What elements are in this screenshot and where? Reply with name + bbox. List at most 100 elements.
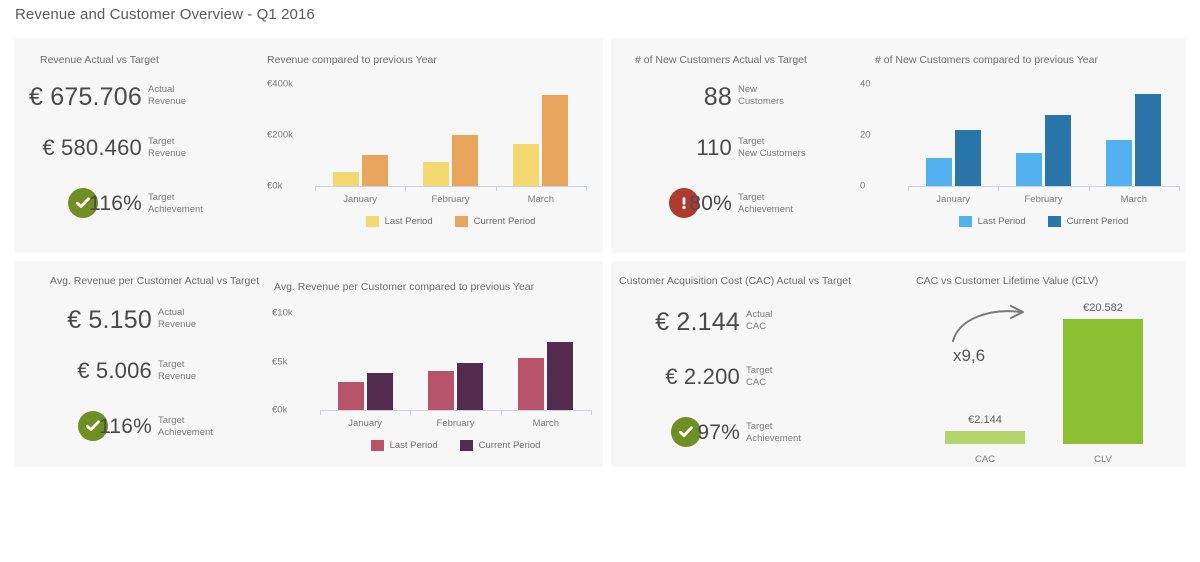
kpi-actual-cac: € 2.144 Actual CAC xyxy=(619,307,864,363)
customers-chart-title: # of New Customers compared to previous … xyxy=(875,54,1098,66)
kpi-target-achievement: 116% Target Achievement xyxy=(26,188,266,234)
bar xyxy=(1135,94,1162,186)
bar xyxy=(954,129,981,186)
kpi-label: Target Revenue xyxy=(158,359,196,382)
y-axis-tick-label: 40 xyxy=(860,78,871,90)
bar xyxy=(925,157,952,186)
kpi-value: 88 xyxy=(703,83,732,111)
kpi-label: New Customers xyxy=(738,84,784,107)
y-axis-tick-label: €0k xyxy=(267,180,283,192)
x-axis-category-label: CAC xyxy=(974,454,996,465)
multiplier-annotation: x9,6 xyxy=(953,346,986,365)
bar-value-label: €2.144 xyxy=(968,413,1002,426)
kpi-value: € 675.706 xyxy=(28,83,142,111)
kpi-label: Target Achievement xyxy=(746,421,801,444)
kpi-label: Target Achievement xyxy=(738,192,793,215)
chart-legend: Last Period Current Period xyxy=(315,216,586,227)
kpi-label: Actual Revenue xyxy=(148,84,186,107)
kpi-actual-revenue: € 675.706 Actual Revenue xyxy=(26,82,266,134)
bar xyxy=(547,342,574,410)
kpi-label: Actual Revenue xyxy=(158,307,196,330)
x-axis-line xyxy=(315,186,586,187)
legend-label: Last Period xyxy=(977,216,1026,227)
legend-item[interactable]: Last Period xyxy=(370,440,438,451)
bar-value-label: €20.582 xyxy=(1083,302,1123,314)
bar xyxy=(1106,140,1133,186)
kpi-value: € 5.150 xyxy=(67,306,152,334)
customers-bar-chart: 0 20 40 January February March Last Period Curr… xyxy=(860,74,1185,244)
kpi-label-line1: Target xyxy=(746,421,773,432)
bar xyxy=(518,357,545,410)
kpi-label-line1: Actual xyxy=(148,84,175,95)
cac-kpi-title: Customer Acquisition Cost (CAC) Actual v… xyxy=(619,275,852,287)
x-axis-tick xyxy=(591,410,592,415)
kpi-label-line2: Revenue xyxy=(148,147,187,159)
kpi-label-line1: Target xyxy=(738,136,765,147)
panel-revenue: Revenue Actual vs Target € 675.706 Actua… xyxy=(14,38,603,253)
kpi-target-achievement: 116% Target Achievement xyxy=(26,411,276,457)
legend-item[interactable]: Last Period xyxy=(365,216,433,227)
kpi-value: 116% xyxy=(89,192,142,215)
kpi-actual-revenue: € 5.150 Actual Revenue xyxy=(26,305,276,357)
kpi-target-cac: € 2.200 Target CAC xyxy=(619,363,864,419)
bar xyxy=(332,172,359,186)
kpi-label: Actual CAC xyxy=(746,309,772,332)
legend-item[interactable]: Current Period xyxy=(454,216,535,227)
legend-item[interactable]: Current Period xyxy=(459,440,541,451)
legend-item[interactable]: Last Period xyxy=(958,216,1026,227)
kpi-target-revenue: € 580.460 Target Revenue xyxy=(26,134,266,190)
bar xyxy=(428,371,454,410)
legend-label: Last Period xyxy=(384,216,433,227)
panel-customers: # of New Customers Actual vs Target 88 N… xyxy=(611,38,1186,253)
bar xyxy=(1063,319,1143,444)
arpc-bar-chart: €0k €5k €10k January February March Last Perio… xyxy=(272,303,597,468)
revenue-kpi-title: Revenue Actual vs Target xyxy=(40,54,159,66)
kpi-label-line2: Achievement xyxy=(158,426,213,438)
x-axis-category-label: March xyxy=(527,194,555,205)
kpi-new-customers: 88 New Customers xyxy=(621,82,856,134)
growth-arrow-icon xyxy=(952,305,1024,342)
x-axis-tick xyxy=(1088,186,1090,191)
kpi-label-line2: CAC xyxy=(746,320,767,332)
page-title: Revenue and Customer Overview - Q1 2016 xyxy=(15,6,315,23)
kpi-target-revenue: € 5.006 Target Revenue xyxy=(26,357,276,413)
kpi-label-line2: Revenue xyxy=(158,318,197,330)
y-axis-tick-label: 0 xyxy=(860,180,866,192)
customers-kpi-title: # of New Customers Actual vs Target xyxy=(635,54,807,66)
kpi-label-line1: Target xyxy=(148,136,175,147)
y-axis-tick-label: €200k xyxy=(267,129,293,141)
x-axis-category-label: January xyxy=(936,194,971,205)
legend-swatch xyxy=(370,440,384,451)
revenue-chart-title: Revenue compared to previous Year xyxy=(267,54,437,66)
kpi-label-line1: Target xyxy=(158,415,185,426)
arpc-kpi-title: Avg. Revenue per Customer Actual vs Targ… xyxy=(50,275,260,287)
kpi-label-line1: Actual xyxy=(746,309,773,320)
chart-legend: Last Period Current Period xyxy=(320,440,591,451)
kpi-label: Target Achievement xyxy=(148,192,203,215)
x-axis-tick xyxy=(405,186,407,191)
legend-label: Current Period xyxy=(1066,216,1129,227)
revenue-kpi-column: € 675.706 Actual Revenue € 580.460 Targe… xyxy=(26,82,266,234)
x-axis-tick xyxy=(315,186,316,191)
legend-label: Current Period xyxy=(478,440,541,451)
kpi-value: € 580.460 xyxy=(42,135,142,160)
dashboard: Revenue and Customer Overview - Q1 2016 … xyxy=(0,0,1200,562)
x-axis-tick xyxy=(998,186,1000,191)
x-axis-category-label: January xyxy=(343,194,378,205)
kpi-value: 80% xyxy=(689,192,732,215)
cac-clv-bar-chart: €2.144 CAC €20.582 CLV x9,6 xyxy=(911,301,1161,476)
bar xyxy=(337,381,364,410)
legend-item[interactable]: Current Period xyxy=(1047,216,1129,227)
kpi-label-line1: New xyxy=(738,84,758,95)
kpi-label: Target CAC xyxy=(746,365,772,388)
kpi-label-line2: Achievement xyxy=(746,432,801,444)
bar xyxy=(423,162,449,186)
kpi-value: € 2.200 xyxy=(665,364,740,389)
x-axis-category-label: February xyxy=(436,418,475,429)
bar xyxy=(542,95,569,186)
kpi-label-line1: Target xyxy=(746,365,773,376)
x-axis-tick xyxy=(1179,186,1180,191)
kpi-label-line2: Revenue xyxy=(148,95,187,107)
kpi-label-line1: Target xyxy=(158,359,185,370)
x-axis-line xyxy=(908,186,1179,187)
